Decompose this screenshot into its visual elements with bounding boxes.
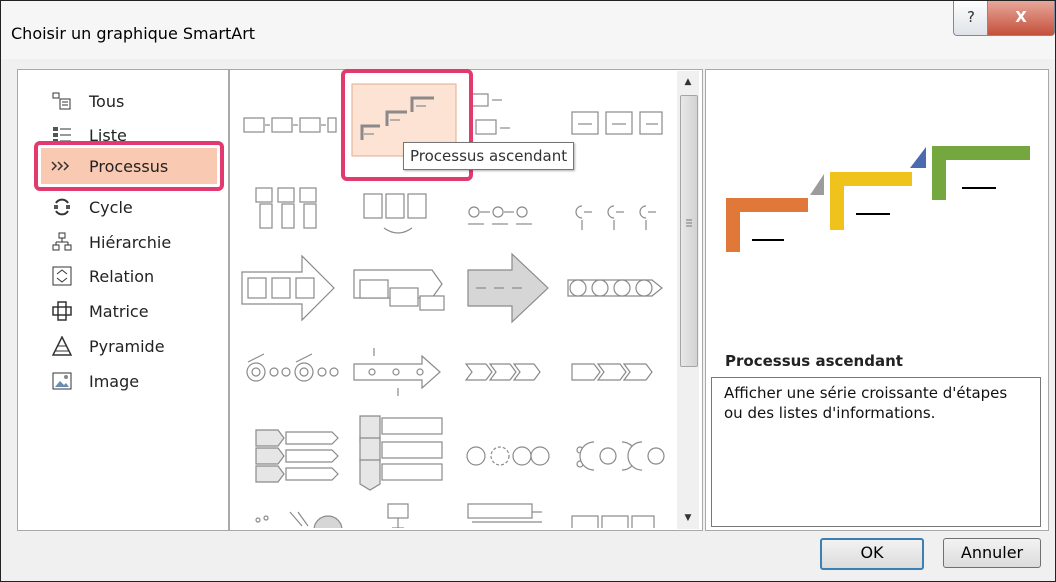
category-label: Cycle xyxy=(89,197,133,217)
layout-basic-process[interactable] xyxy=(243,117,337,133)
layout-segmented-process[interactable] xyxy=(359,415,443,491)
layout-tooltip: Processus ascendant xyxy=(403,142,575,170)
category-pyramide[interactable]: Pyramide xyxy=(17,328,217,364)
relation-icon xyxy=(51,265,73,287)
category-cycle[interactable]: Cycle xyxy=(17,189,217,225)
help-button[interactable]: ? xyxy=(953,1,989,36)
cycle-icon xyxy=(51,196,73,218)
layout-circle-arrow-process[interactable] xyxy=(567,279,663,297)
gallery-scrollbar[interactable]: ▲ ▼ xyxy=(677,71,699,529)
layout-basic-timeline[interactable] xyxy=(575,205,656,230)
layout-accent-process[interactable] xyxy=(471,93,510,135)
layout-closed-chevron-process[interactable] xyxy=(571,363,653,381)
smartart-dialog: Choisir un graphique SmartArt ? X Tous L… xyxy=(0,0,1056,582)
category-tous[interactable]: Tous xyxy=(17,83,217,119)
layout-circle-process[interactable] xyxy=(466,446,550,466)
layout-equation[interactable] xyxy=(576,441,665,471)
preview-title: Processus ascendant xyxy=(725,352,903,370)
cancel-button[interactable]: Annuler xyxy=(943,538,1041,568)
layout-continuous-block-process[interactable] xyxy=(353,269,445,311)
layout-alternating-flow[interactable] xyxy=(571,111,663,135)
layout-tab-list[interactable] xyxy=(571,515,655,528)
close-button[interactable]: X xyxy=(987,1,1055,36)
layout-bending-picture-process[interactable] xyxy=(387,503,409,528)
preview-description: Afficher une série croissante d'étapes o… xyxy=(724,384,1008,422)
layout-picture-accent-process[interactable] xyxy=(255,187,317,229)
scroll-up-button[interactable]: ▲ xyxy=(677,73,699,91)
layout-pie-process[interactable] xyxy=(353,348,441,396)
layout-vertical-chevron-list[interactable] xyxy=(255,429,339,483)
dialog-title: Choisir un graphique SmartArt xyxy=(11,24,256,43)
layout-repeating-bending-process[interactable] xyxy=(363,193,427,234)
scroll-thumb[interactable] xyxy=(680,95,698,367)
layout-phased-process[interactable] xyxy=(467,503,542,523)
layout-process-chevron[interactable] xyxy=(246,353,339,382)
category-relation[interactable]: Relation xyxy=(17,258,217,294)
preview-description-box: Afficher une série croissante d'étapes o… xyxy=(711,377,1041,527)
list-all-icon xyxy=(51,90,73,112)
layout-basic-chevron-process[interactable] xyxy=(464,363,541,381)
category-image[interactable]: Image xyxy=(17,363,217,399)
layout-process-arrows[interactable] xyxy=(241,254,335,322)
category-hierarchie[interactable]: Hiérarchie xyxy=(17,224,217,260)
matrix-icon xyxy=(51,300,73,322)
category-label: Hiérarchie xyxy=(89,232,172,252)
category-label: Image xyxy=(89,371,140,391)
category-highlight xyxy=(34,141,224,191)
layout-circle-accent-timeline[interactable] xyxy=(468,206,532,225)
category-matrice[interactable]: Matrice xyxy=(17,293,217,329)
category-label: Pyramide xyxy=(89,336,165,356)
scroll-down-button[interactable]: ▼ xyxy=(677,509,699,527)
pyramid-icon xyxy=(51,335,73,357)
category-label: Matrice xyxy=(89,301,149,321)
preview-graphic xyxy=(726,146,1030,252)
category-label: Relation xyxy=(89,266,155,286)
ok-button[interactable]: OK xyxy=(820,538,924,570)
category-label: Tous xyxy=(89,91,125,111)
layout-upward-arrow[interactable] xyxy=(467,252,549,324)
hierarchy-icon xyxy=(51,231,73,253)
title-bar: Choisir un graphique SmartArt ? X xyxy=(1,1,1055,59)
layout-funnel[interactable] xyxy=(255,511,343,528)
image-icon xyxy=(51,370,73,392)
